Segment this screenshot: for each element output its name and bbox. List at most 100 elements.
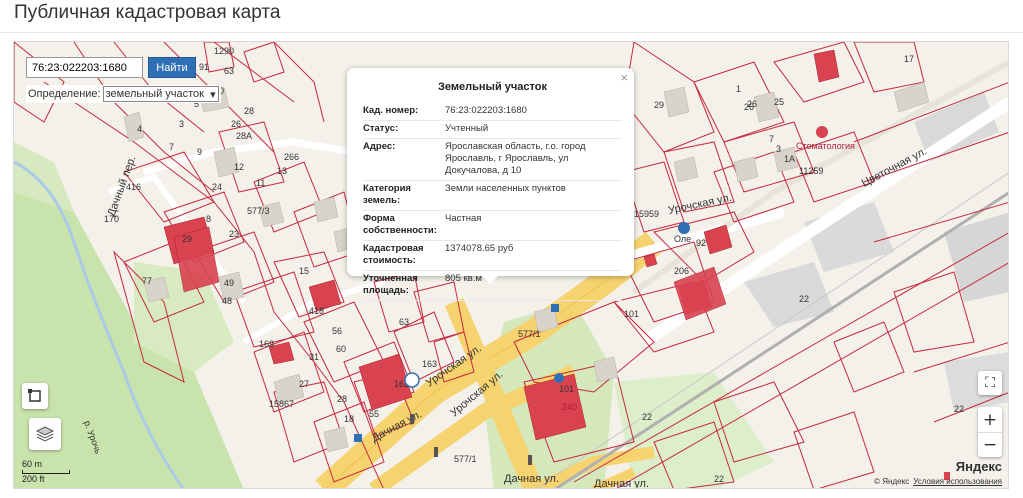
map-viewport[interactable]: 1290 91 63 10 5 3 4 7 28 26 9 28А 12 24 …: [13, 41, 1009, 489]
search-bar: Найти: [26, 57, 196, 78]
table-row: Форма собственности: Частная: [363, 210, 622, 241]
svg-text:11: 11: [256, 178, 265, 188]
svg-text:49: 49: [224, 278, 234, 288]
definition-row: Определение: земельный участок ▾: [26, 85, 221, 103]
svg-text:27: 27: [299, 379, 309, 389]
poi-dentist-icon: [816, 126, 828, 138]
bus-stop-icon: [404, 372, 420, 388]
table-row: Кадастровая стоимость: 1374078.65 руб: [363, 240, 622, 271]
svg-text:3: 3: [776, 144, 781, 154]
cadastral-number-input[interactable]: [26, 57, 143, 78]
svg-text:22: 22: [954, 404, 964, 414]
attr-label: Кадастровая стоимость:: [363, 240, 445, 271]
attr-value: 1374078.65 руб: [445, 240, 622, 271]
svg-text:29: 29: [654, 100, 664, 110]
zoom-out-button[interactable]: −: [978, 432, 1002, 457]
zoom-in-button[interactable]: +: [978, 407, 1002, 432]
title-divider: [0, 32, 1023, 33]
svg-text:8: 8: [206, 214, 211, 224]
svg-text:31: 31: [309, 352, 319, 362]
svg-text:15867: 15867: [269, 399, 294, 409]
yandex-logo: Яндекс: [955, 459, 1002, 474]
find-button[interactable]: Найти: [148, 57, 196, 78]
attr-label: Адрес:: [363, 138, 445, 181]
svg-text:26: 26: [744, 102, 754, 112]
svg-text:28А: 28А: [236, 131, 252, 141]
terms-link-text: Условия: [913, 477, 944, 486]
fullscreen-button[interactable]: ⛶: [978, 371, 1002, 395]
svg-text:18: 18: [344, 414, 354, 424]
street-dachnaya-2: Дачная ул.: [504, 473, 559, 485]
svg-text:206: 206: [674, 266, 689, 276]
attr-label: Статус:: [363, 120, 445, 139]
table-row: Категория земель: Земли населенных пункт…: [363, 180, 622, 211]
select-area-button[interactable]: [22, 383, 48, 409]
attr-label: Кад. номер:: [363, 103, 445, 121]
svg-text:4: 4: [137, 124, 142, 134]
svg-text:266: 266: [284, 152, 299, 162]
svg-text:48: 48: [222, 296, 232, 306]
svg-text:101: 101: [624, 309, 639, 319]
parcel-info-popup: × Земельный участок Кад. номер: 76:23:02…: [347, 68, 634, 301]
svg-text:28: 28: [244, 106, 254, 116]
svg-text:28: 28: [337, 394, 347, 404]
layers-button[interactable]: [29, 418, 61, 450]
svg-text:26: 26: [231, 119, 241, 129]
poi-shop-label: Оле: [674, 234, 691, 244]
zoom-control: + −: [978, 407, 1002, 457]
attr-value: 805 кв.м: [445, 270, 622, 301]
svg-text:77: 77: [142, 276, 152, 286]
attr-label: Уточненная площадь:: [363, 270, 445, 301]
select-area-icon: [28, 389, 41, 402]
svg-text:577/1: 577/1: [518, 329, 541, 339]
street-dachnaya-3: Дачная ул.: [594, 478, 649, 489]
poi-shop-icon: [678, 222, 690, 234]
svg-text:577/3: 577/3: [247, 206, 270, 216]
definition-selected: земельный участок: [105, 88, 204, 100]
svg-text:7: 7: [769, 134, 774, 144]
svg-text:25: 25: [774, 97, 784, 107]
table-row: Уточненная площадь: 805 кв.м: [363, 270, 622, 301]
terms-link[interactable]: Условия использования: [913, 477, 1002, 486]
svg-text:13: 13: [277, 166, 287, 176]
attr-value: 76:23:022203:1680: [445, 103, 622, 121]
parcel-attributes: Кад. номер: 76:23:022203:1680 Статус: Уч…: [363, 103, 622, 301]
layers-icon: [35, 426, 55, 442]
scale-bar: 60 m 200 ft: [22, 459, 70, 484]
poi-marker-icon: [554, 373, 564, 383]
table-row: Адрес: Ярославская область, г.о. город Я…: [363, 138, 622, 181]
attr-value: Земли населенных пунктов: [445, 180, 622, 211]
svg-text:9: 9: [197, 147, 202, 157]
table-row: Кад. номер: 76:23:022203:1680: [363, 103, 622, 121]
copyright-text: © Яндекс: [874, 477, 910, 486]
chevron-down-icon: ▾: [210, 88, 216, 101]
attr-label: Форма собственности:: [363, 210, 445, 241]
svg-text:15959: 15959: [634, 209, 659, 219]
svg-text:55: 55: [369, 409, 379, 419]
svg-text:1А: 1А: [784, 154, 795, 164]
fullscreen-icon: ⛶: [985, 375, 995, 391]
popup-title: Земельный участок: [438, 81, 547, 93]
svg-text:418: 418: [309, 306, 324, 316]
svg-text:56: 56: [332, 326, 342, 336]
terms-link-suffix: использования: [946, 477, 1002, 486]
svg-text:15: 15: [299, 266, 309, 276]
svg-text:7: 7: [169, 142, 174, 152]
svg-text:169: 169: [259, 339, 274, 349]
svg-text:22: 22: [799, 294, 809, 304]
svg-text:240: 240: [562, 402, 577, 412]
svg-text:22: 22: [714, 474, 724, 484]
svg-text:1290: 1290: [214, 46, 234, 56]
page-title: Публичная кадастровая карта: [14, 2, 281, 23]
svg-text:3: 3: [179, 119, 184, 129]
definition-select[interactable]: земельный участок ▾: [102, 86, 219, 102]
svg-text:11259: 11259: [799, 166, 823, 176]
svg-text:91: 91: [199, 62, 209, 72]
poi-dentist-label: Стоматология: [796, 141, 855, 151]
svg-text:23: 23: [229, 229, 239, 239]
definition-label: Определение:: [28, 88, 101, 100]
scale-imperial: 200 ft: [22, 474, 45, 484]
attr-value: Ярославская область, г.о. город Ярославл…: [445, 138, 622, 181]
close-icon[interactable]: ×: [620, 70, 628, 85]
svg-text:22: 22: [642, 412, 652, 422]
